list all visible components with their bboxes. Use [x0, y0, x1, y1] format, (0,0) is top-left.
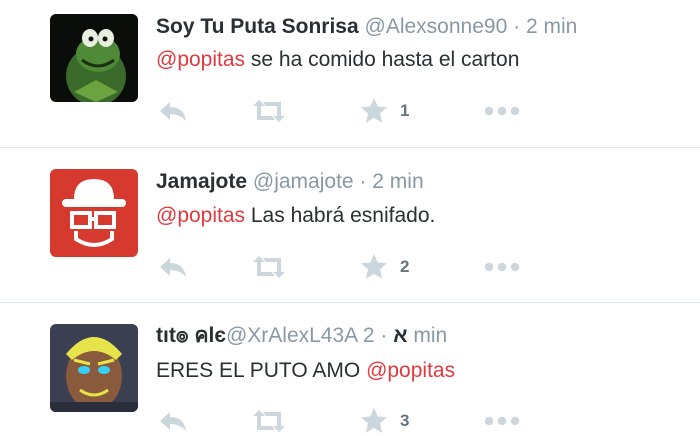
mention-link[interactable]: @popitas — [156, 48, 245, 71]
tweet-body: Las habrá esnifado. — [245, 204, 436, 227]
retweet-button[interactable] — [250, 96, 288, 126]
star-icon — [361, 254, 387, 279]
more-icon — [484, 416, 520, 426]
reply-button[interactable] — [156, 252, 190, 282]
tweet-text: @popitas Las habrá esnifado. — [156, 203, 435, 229]
mention-link[interactable]: @popitas — [366, 359, 455, 382]
favorite-count: 3 — [400, 411, 410, 430]
tweet-body: ERES EL PUTO AMO — [156, 359, 367, 382]
bowler-hat-glasses-avatar-icon — [50, 169, 138, 257]
fullname[interactable]: Soy Tu Puta Sonrisa — [156, 15, 359, 38]
favorite-button[interactable]: 3 — [360, 406, 409, 436]
more-icon — [484, 106, 520, 116]
tweet-actions: 3 — [156, 406, 556, 436]
tweet-3[interactable]: tıt๏ คlє@XrAlexL43A א · 2 min ERES EL PU… — [0, 303, 700, 436]
retweet-icon — [253, 410, 285, 432]
tweet-actions: 1 — [156, 96, 556, 126]
more-button[interactable] — [484, 96, 520, 126]
tweet-2[interactable]: Jamajote @jamajote · 2 min @popitas Las … — [0, 148, 700, 303]
fullname[interactable]: Jamajote — [156, 170, 247, 193]
fullname[interactable]: tıt๏ คlє — [156, 324, 226, 347]
timestamp[interactable]: 2 min — [372, 170, 423, 193]
username[interactable]: @XrAlexL43A — [226, 324, 357, 347]
reply-icon — [160, 412, 186, 431]
more-button[interactable] — [484, 406, 520, 436]
kermit-frog-avatar-icon — [50, 14, 138, 102]
reply-icon — [160, 258, 186, 277]
reply-button[interactable] — [156, 96, 190, 126]
more-button[interactable] — [484, 252, 520, 282]
tweet-body: se ha comido hasta el carton — [245, 48, 520, 71]
reply-button[interactable] — [156, 406, 190, 436]
avatar[interactable] — [50, 169, 138, 257]
separator: · — [513, 15, 521, 38]
star-icon — [361, 408, 387, 433]
username[interactable]: @Alexsonne90 — [365, 15, 508, 38]
mention-link[interactable]: @popitas — [156, 204, 245, 227]
username[interactable]: @jamajote — [253, 170, 354, 193]
avatar[interactable] — [50, 324, 138, 412]
tweet-header: tıt๏ คlє@XrAlexL43A א · 2 min — [156, 323, 447, 349]
more-icon — [484, 262, 520, 272]
separator: · — [380, 324, 388, 347]
tweet-text: @popitas se ha comido hasta el carton — [156, 47, 519, 73]
separator: · — [359, 170, 367, 193]
retweet-icon — [253, 100, 285, 122]
fullname-suffix: א — [393, 324, 408, 347]
tweet-1[interactable]: Soy Tu Puta Sonrisa @Alexsonne90 · 2 min… — [0, 0, 700, 148]
favorite-button[interactable]: 1 — [360, 96, 409, 126]
avatar[interactable] — [50, 14, 138, 102]
favorite-count: 2 — [400, 257, 410, 276]
tweet-header: Jamajote @jamajote · 2 min — [156, 169, 424, 195]
retweet-icon — [253, 256, 285, 278]
tweet-header: Soy Tu Puta Sonrisa @Alexsonne90 · 2 min — [156, 14, 577, 40]
reply-icon — [160, 102, 186, 121]
favorite-button[interactable]: 2 — [360, 252, 409, 282]
yellow-face-avatar-icon — [50, 324, 138, 412]
tweet-actions: 2 — [156, 252, 556, 282]
tweet-text: ERES EL PUTO AMO @popitas — [156, 358, 455, 384]
favorite-count: 1 — [400, 101, 410, 120]
timestamp[interactable]: 2 min — [526, 15, 577, 38]
retweet-button[interactable] — [250, 406, 288, 436]
retweet-button[interactable] — [250, 252, 288, 282]
star-icon — [361, 98, 387, 123]
